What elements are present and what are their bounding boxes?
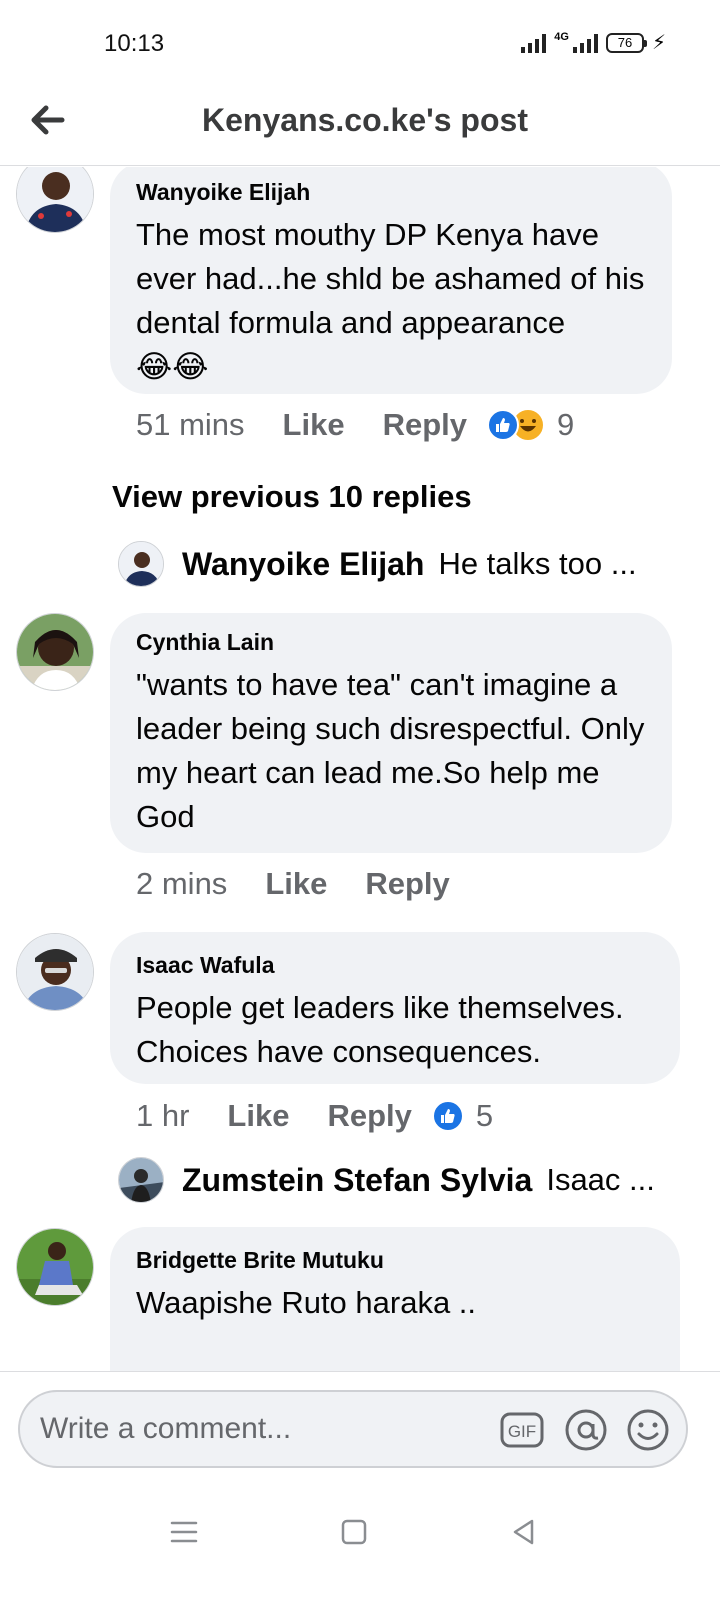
comment-time[interactable]: 51 mins — [136, 407, 245, 443]
comment-time[interactable]: 2 mins — [136, 866, 227, 902]
network-type: 4G — [554, 30, 569, 43]
comment-bubble[interactable]: Isaac Wafula People get leaders like the… — [110, 932, 680, 1084]
like-reaction-icon — [431, 1100, 464, 1132]
gif-icon[interactable]: GIF — [500, 1408, 544, 1452]
avatar[interactable] — [16, 1228, 94, 1306]
battery-icon: 76 — [605, 32, 647, 53]
battery-level: 76 — [617, 34, 633, 50]
comment-input[interactable] — [40, 1406, 500, 1452]
comments-list: Wanyoike Elijah The most mouthy DP Kenya… — [0, 167, 720, 1404]
gif-label: GIF — [508, 1422, 536, 1441]
comment-text: The most mouthy DP Kenya have ever had..… — [136, 217, 645, 340]
like-button[interactable]: Like — [265, 866, 327, 902]
reply-button[interactable]: Reply — [383, 407, 467, 443]
reactions[interactable]: 5 — [431, 1098, 494, 1134]
home-icon[interactable] — [334, 1512, 374, 1552]
emoji-icon[interactable] — [626, 1408, 670, 1452]
reply-snippet: He talks too ... — [438, 546, 637, 581]
status-time: 10:13 — [104, 30, 165, 57]
like-button[interactable]: Like — [283, 407, 345, 443]
comment-time[interactable]: 1 hr — [136, 1098, 189, 1134]
comment-author[interactable]: Cynthia Lain — [136, 627, 646, 657]
comment-meta: 1 hr Like Reply 5 — [136, 1098, 493, 1134]
back-icon[interactable] — [504, 1512, 544, 1552]
comment-meta: 51 mins Like Reply 9 — [136, 407, 574, 443]
comment-author[interactable]: Isaac Wafula — [136, 950, 654, 980]
like-button[interactable]: Like — [227, 1098, 289, 1134]
avatar[interactable] — [118, 1157, 164, 1203]
app-header: Kenyans.co.ke's post — [0, 86, 720, 166]
view-previous-replies-link[interactable]: View previous 10 replies — [112, 479, 472, 515]
comment-bubble[interactable]: Wanyoike Elijah The most mouthy DP Kenya… — [110, 167, 672, 394]
comment-text: People get leaders like themselves. Choi… — [136, 990, 624, 1069]
reply-button[interactable]: Reply — [327, 1098, 411, 1134]
reaction-count: 9 — [557, 407, 575, 442]
menu-icon[interactable] — [164, 1512, 204, 1552]
avatar[interactable] — [16, 613, 94, 691]
status-icons: 4G 76 ⚡ — [521, 30, 666, 55]
avatar[interactable] — [16, 933, 94, 1011]
reply-snippet: Isaac ... — [546, 1162, 655, 1197]
wifi-signal-icon — [521, 33, 547, 53]
like-reaction-icon — [487, 409, 519, 441]
comment-text: "wants to have tea" can't imagine a lead… — [136, 667, 645, 834]
charging-icon: ⚡ — [651, 32, 666, 54]
reactions[interactable]: 9 — [487, 407, 574, 443]
status-bar: 10:13 4G 76 ⚡ — [0, 0, 720, 86]
reply-preview[interactable]: Zumstein Stefan Sylvia Isaac ... — [118, 1157, 655, 1203]
comment-author[interactable]: Bridgette Brite Mutuku — [136, 1245, 654, 1275]
comment-text: Waapishe Ruto haraka .. — [136, 1285, 477, 1320]
reply-preview[interactable]: Wanyoike Elijah He talks too ... — [118, 541, 637, 587]
comment-bubble[interactable]: Cynthia Lain "wants to have tea" can't i… — [110, 613, 672, 853]
mention-icon[interactable] — [564, 1408, 608, 1452]
comment-meta: 2 mins Like Reply — [136, 866, 450, 902]
avatar[interactable] — [16, 167, 94, 233]
cell-signal-icon — [572, 33, 598, 53]
comment-emoji: 😂😂 — [136, 349, 209, 384]
reply-author[interactable]: Zumstein Stefan Sylvia — [182, 1162, 532, 1199]
reply-author[interactable]: Wanyoike Elijah — [182, 546, 424, 583]
reply-button[interactable]: Reply — [365, 866, 449, 902]
page-title: Kenyans.co.ke's post — [202, 102, 528, 138]
system-nav-bar — [0, 1490, 720, 1600]
reaction-count: 5 — [475, 1098, 494, 1133]
comment-author[interactable]: Wanyoike Elijah — [136, 177, 646, 207]
avatar[interactable] — [118, 541, 164, 587]
comment-composer-bar: GIF — [0, 1371, 720, 1487]
comment-composer[interactable]: GIF — [18, 1390, 688, 1468]
